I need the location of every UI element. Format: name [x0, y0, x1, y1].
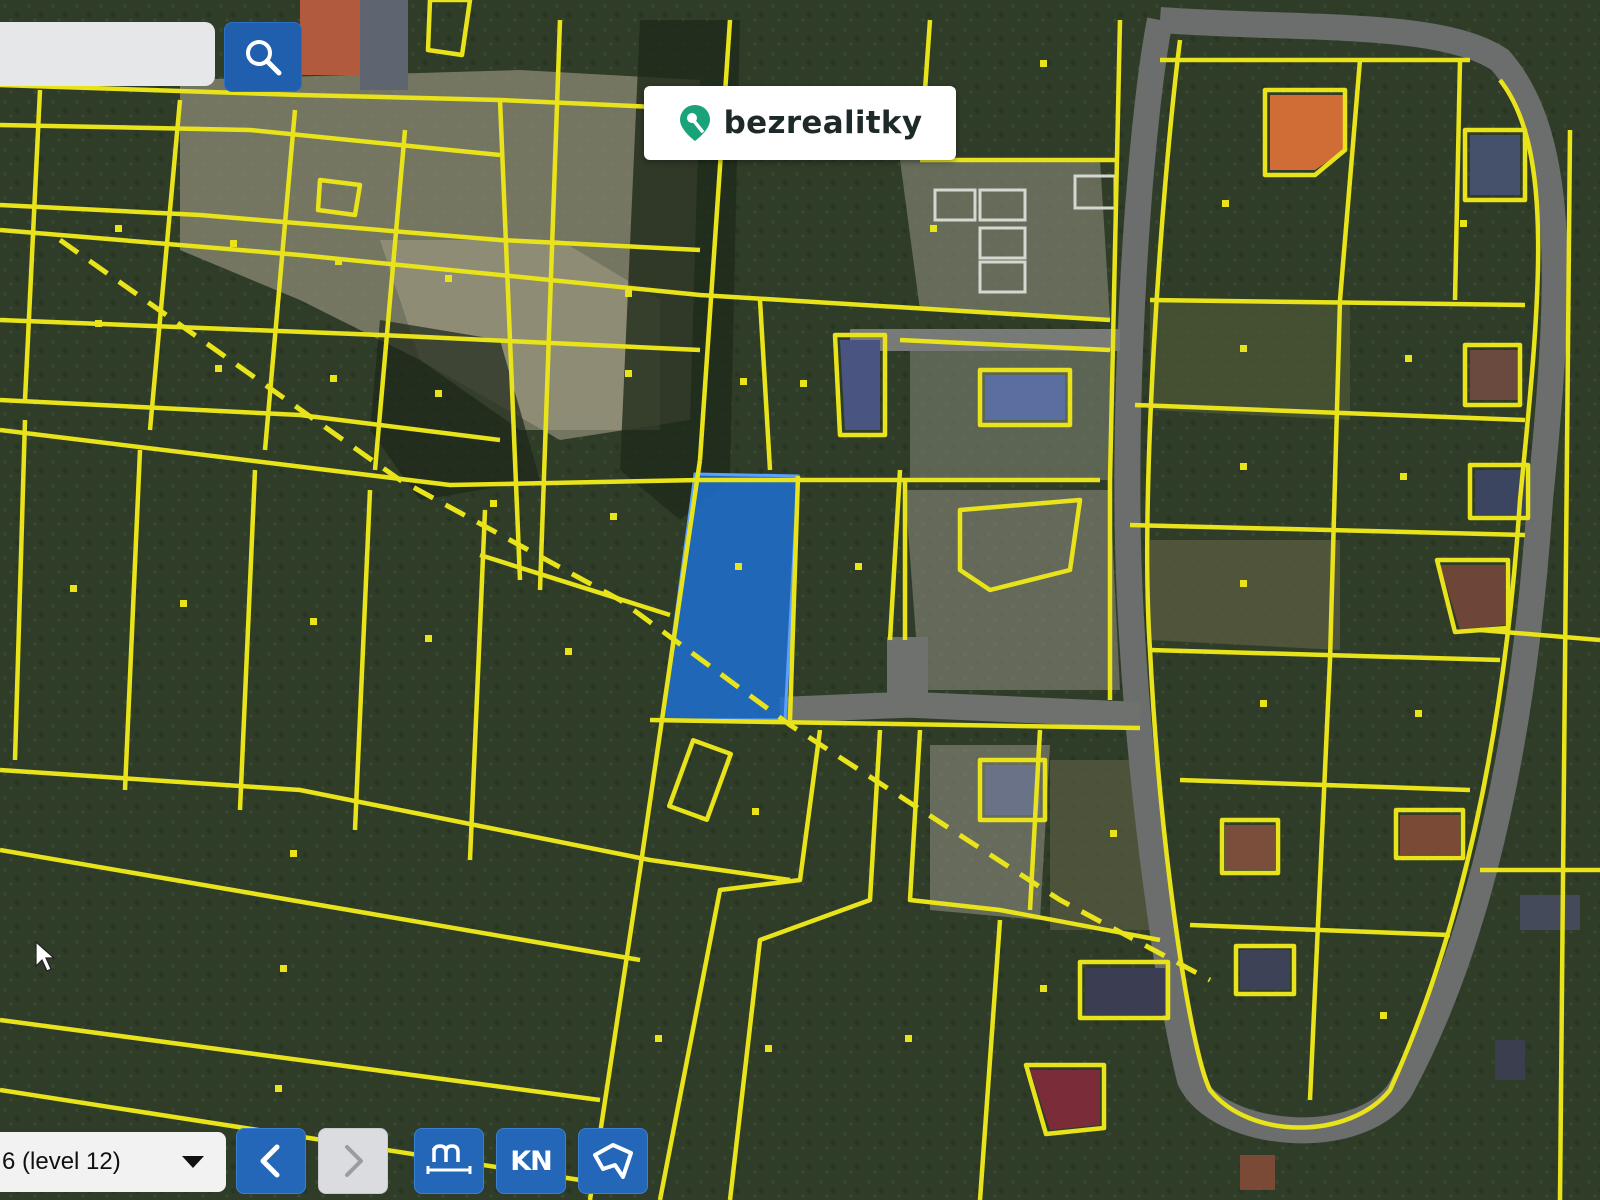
building [360, 0, 408, 90]
cadastre-label: KN [510, 1145, 553, 1177]
construction-area [900, 160, 1110, 320]
lawn [1150, 300, 1350, 420]
measure-button[interactable] [414, 1128, 484, 1194]
parcel-shape-icon [593, 1143, 633, 1179]
building [300, 0, 360, 75]
chevron-left-icon [260, 1144, 280, 1178]
brand-name: bezrealitky [723, 105, 923, 141]
parcel-button[interactable] [578, 1128, 648, 1194]
location-pin-icon [679, 105, 710, 141]
lawn [1150, 540, 1340, 650]
zoom-level-select[interactable]: 6 (level 12) [0, 1132, 226, 1192]
cadastral-map[interactable] [0, 0, 1600, 1200]
caret-down-icon [182, 1156, 204, 1168]
search-button[interactable] [224, 22, 302, 92]
map-toolbar: 6 (level 12) KN [0, 1124, 1600, 1200]
brand-logo-card: bezrealitky [644, 86, 956, 160]
previous-button[interactable] [236, 1128, 306, 1194]
chevron-right-icon [345, 1145, 363, 1177]
ruler-measure-icon [426, 1144, 472, 1174]
search-input[interactable] [0, 22, 215, 86]
next-button[interactable] [318, 1128, 388, 1194]
magnifier-icon [246, 40, 282, 76]
cadastre-button[interactable]: KN [496, 1128, 566, 1194]
zoom-level-value: 6 (level 12) [2, 1148, 121, 1175]
residential-lot [905, 490, 1120, 690]
